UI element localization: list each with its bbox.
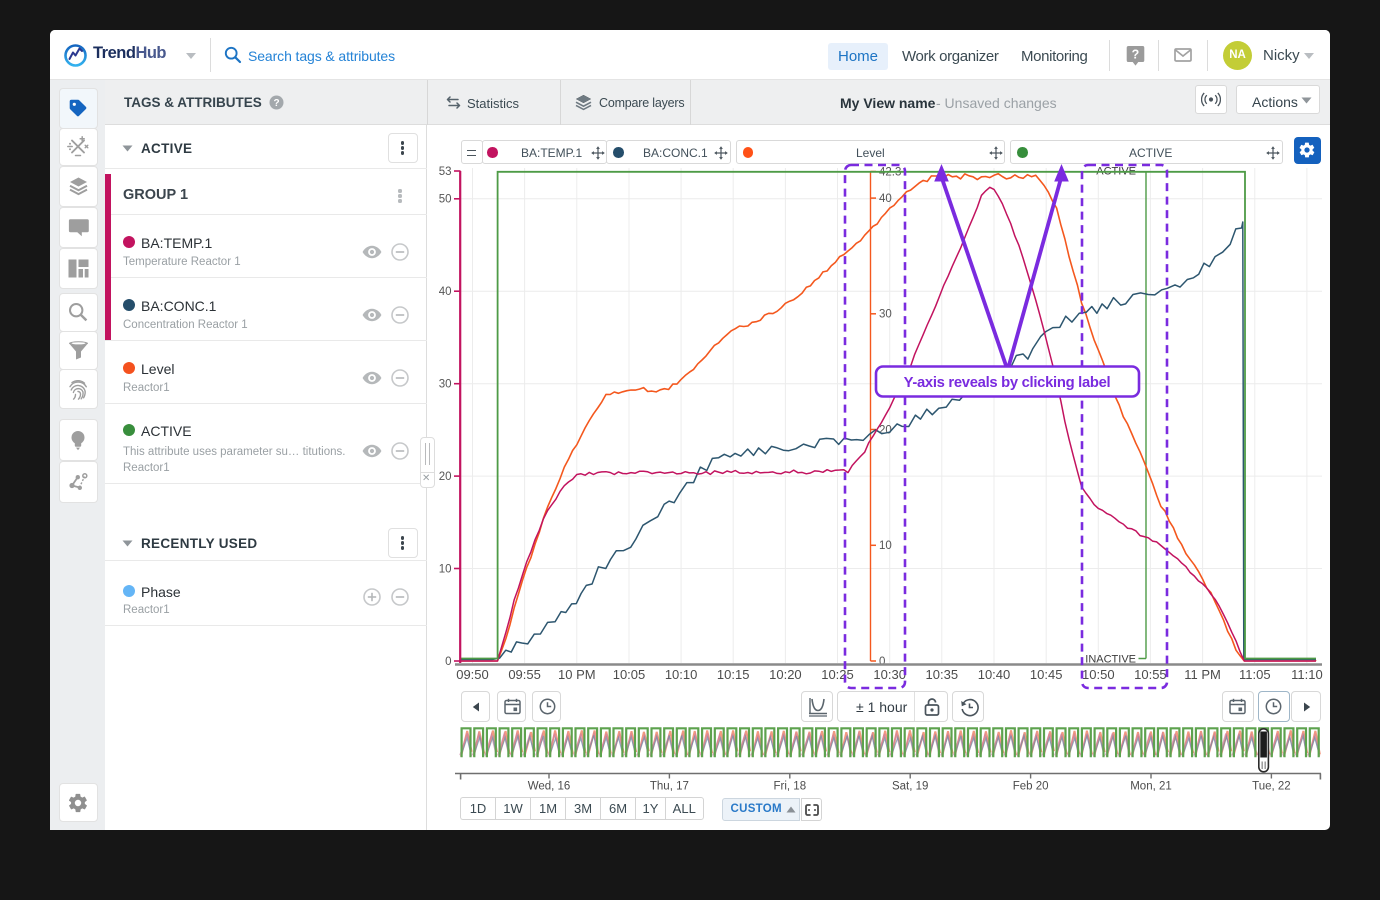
- svg-text:0: 0: [879, 656, 885, 668]
- svg-text:10:20: 10:20: [769, 667, 802, 682]
- svg-text:30: 30: [439, 379, 452, 391]
- svg-text:30: 30: [879, 309, 892, 321]
- svg-text:10:15: 10:15: [717, 667, 750, 682]
- svg-text:Feb 20: Feb 20: [1013, 781, 1049, 793]
- svg-text:10: 10: [439, 563, 452, 575]
- svg-text:11:10: 11:10: [1291, 667, 1323, 682]
- svg-text:Fri, 18: Fri, 18: [774, 781, 807, 793]
- svg-text:09:50: 09:50: [456, 667, 489, 682]
- svg-text:Sat, 19: Sat, 19: [892, 781, 928, 793]
- svg-text:11:05: 11:05: [1239, 667, 1271, 682]
- svg-text:20: 20: [439, 471, 452, 483]
- svg-text:10:25: 10:25: [821, 667, 854, 682]
- svg-text:Wed, 16: Wed, 16: [528, 781, 571, 793]
- svg-text:10:05: 10:05: [613, 667, 646, 682]
- svg-text:40: 40: [879, 193, 892, 205]
- svg-text:10:35: 10:35: [926, 667, 959, 682]
- svg-text:10: 10: [879, 540, 892, 552]
- svg-text:0: 0: [445, 656, 451, 668]
- svg-text:40: 40: [439, 286, 452, 298]
- svg-text:09:55: 09:55: [508, 667, 541, 682]
- svg-text:10:40: 10:40: [978, 667, 1011, 682]
- svg-text:Mon, 21: Mon, 21: [1130, 781, 1172, 793]
- svg-text:10:10: 10:10: [665, 667, 698, 682]
- svg-text:Tue, 22: Tue, 22: [1252, 781, 1291, 793]
- svg-text:10:50: 10:50: [1082, 667, 1115, 682]
- svg-text:53: 53: [439, 166, 452, 178]
- svg-text:50: 50: [439, 194, 452, 206]
- svg-text:Y-axis reveals by clicking lab: Y-axis reveals by clicking label: [904, 375, 1111, 391]
- svg-text:Thu, 17: Thu, 17: [650, 781, 689, 793]
- svg-text:11 PM: 11 PM: [1184, 667, 1221, 682]
- svg-text:20: 20: [879, 424, 892, 436]
- svg-text:10:45: 10:45: [1030, 667, 1063, 682]
- svg-text:10 PM: 10 PM: [558, 667, 596, 682]
- svg-text:10:55: 10:55: [1134, 667, 1167, 682]
- svg-text:?: ?: [1132, 48, 1140, 62]
- svg-text:10:30: 10:30: [873, 667, 906, 682]
- svg-text:?: ?: [273, 98, 279, 109]
